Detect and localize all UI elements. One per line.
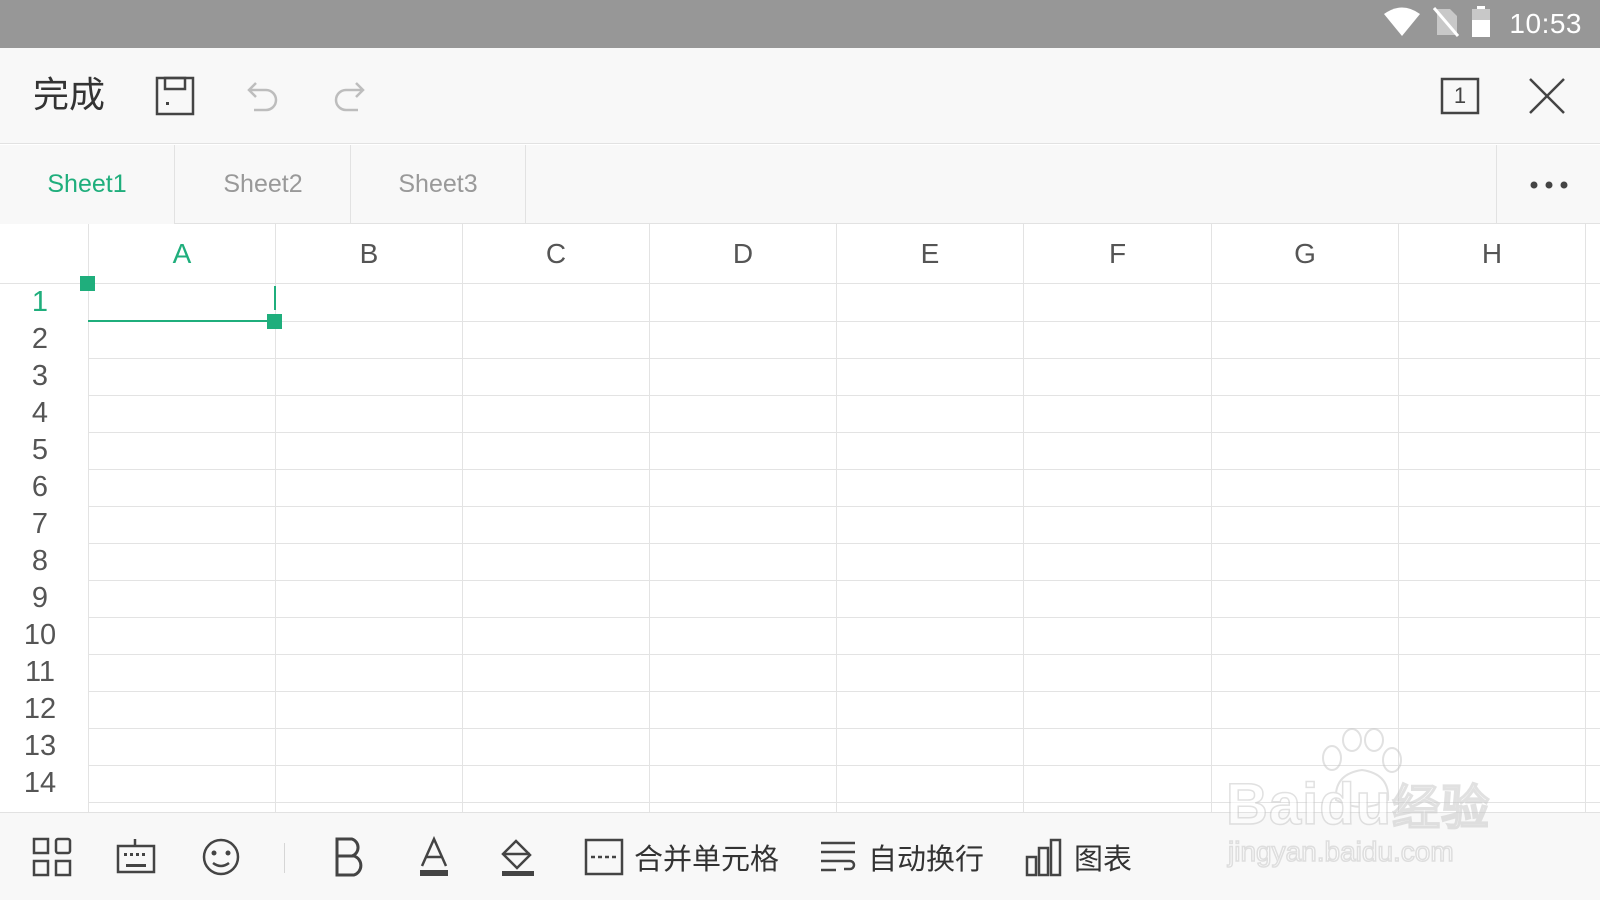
row-header[interactable]: 2 [0,321,88,358]
spreadsheet-grid[interactable]: A B C D E F G H 1 2 3 4 5 6 7 8 9 10 11 … [0,224,1600,812]
row-header[interactable]: 5 [0,432,88,469]
grid-line [88,395,1600,396]
grid-line [88,691,1600,692]
wrap-text-button[interactable]: 自动换行 [818,831,984,883]
sheet-tabs: Sheet1 Sheet2 Sheet3 [0,145,1600,224]
column-header-d[interactable]: D [649,224,836,284]
row-header[interactable]: 8 [0,543,88,580]
status-icons: 10:53 [1383,0,1582,48]
column-header-g[interactable]: G [1211,224,1398,284]
grid-line [275,284,276,812]
wrap-text-icon [821,841,856,872]
selection-handle-bottom-right[interactable] [267,314,282,329]
more-options-button[interactable] [1496,145,1600,224]
chart-icon [1025,838,1062,877]
column-header-e[interactable]: E [836,224,1023,284]
row-header[interactable]: 1 [0,284,88,321]
row-header[interactable]: 3 [0,358,88,395]
grid-line [1211,284,1212,812]
grid-line [88,358,1600,359]
tab-sheet2[interactable]: Sheet2 [176,145,351,224]
selection-handle-top-left[interactable] [80,276,95,291]
sheet-count-icon[interactable]: 1 [1434,70,1486,122]
bold-icon[interactable] [323,831,375,883]
grid-line [462,284,463,812]
grid-line [88,284,89,812]
column-header-h[interactable]: H [1398,224,1585,284]
bottom-toolbar: 合并单元格 自动换行 图表 [0,812,1600,900]
wrap-text-label: 自动换行 [868,842,985,876]
row-header[interactable]: 4 [0,395,88,432]
merge-cells-icon [584,838,624,876]
apps-icon[interactable] [26,831,78,883]
row-header[interactable]: 9 [0,580,88,617]
row-header[interactable]: 6 [0,469,88,506]
column-header-b[interactable]: B [275,224,462,284]
emoji-icon[interactable] [195,831,247,883]
row-header[interactable]: 7 [0,506,88,543]
grid-line [649,284,650,812]
done-button[interactable]: 完成 [33,74,105,118]
battery-icon [1471,6,1491,42]
grid-line [88,580,1600,581]
column-header-a[interactable]: A [88,224,275,284]
row-header[interactable]: 14 [0,765,88,802]
grid-line [836,284,837,812]
wifi-icon [1383,7,1421,41]
more-icon [1530,181,1567,188]
row-header[interactable]: 13 [0,728,88,765]
grid-line [88,469,1600,470]
undo-icon[interactable] [236,70,288,122]
font-color-icon[interactable] [408,831,460,883]
column-header-c[interactable]: C [462,224,649,284]
grid-line [1023,284,1024,812]
column-header-row: A B C D E F G H [0,224,1600,284]
no-sim-icon [1433,7,1460,41]
tab-sheet1[interactable]: Sheet1 [0,145,175,224]
grid-line [88,728,1600,729]
chart-button[interactable]: 图表 [1024,831,1132,883]
grid-line [88,802,1600,803]
status-time: 10:53 [1509,8,1582,39]
column-header-overflow [1585,224,1600,284]
text-cursor [274,286,276,310]
grid-line [88,765,1600,766]
grid-line [1585,284,1586,812]
chart-label: 图表 [1074,842,1133,876]
keyboard-icon[interactable] [110,831,162,883]
sheet-count-label: 1 [1453,83,1467,108]
grid-line [1398,284,1399,812]
save-icon[interactable] [149,70,201,122]
grid-line [88,543,1600,544]
fill-color-icon[interactable] [492,831,544,883]
merge-cells-label: 合并单元格 [634,842,780,876]
grid-line [88,617,1600,618]
row-header[interactable]: 10 [0,617,88,654]
grid-line [88,654,1600,655]
status-bar: 10:53 [0,0,1600,48]
column-header-f[interactable]: F [1023,224,1211,284]
grid-line [88,321,1600,322]
redo-icon[interactable] [324,70,376,122]
toolbar-divider [284,843,285,873]
tab-sheet3[interactable]: Sheet3 [351,145,526,224]
top-toolbar: 完成 1 [0,48,1600,144]
row-header[interactable]: 12 [0,691,88,728]
grid-line [88,506,1600,507]
row-header[interactable]: 11 [0,654,88,691]
grid-line [88,432,1600,433]
close-icon[interactable] [1521,70,1573,122]
selected-cell-a1[interactable] [88,284,275,322]
merge-cells-button[interactable]: 合并单元格 [584,831,779,883]
